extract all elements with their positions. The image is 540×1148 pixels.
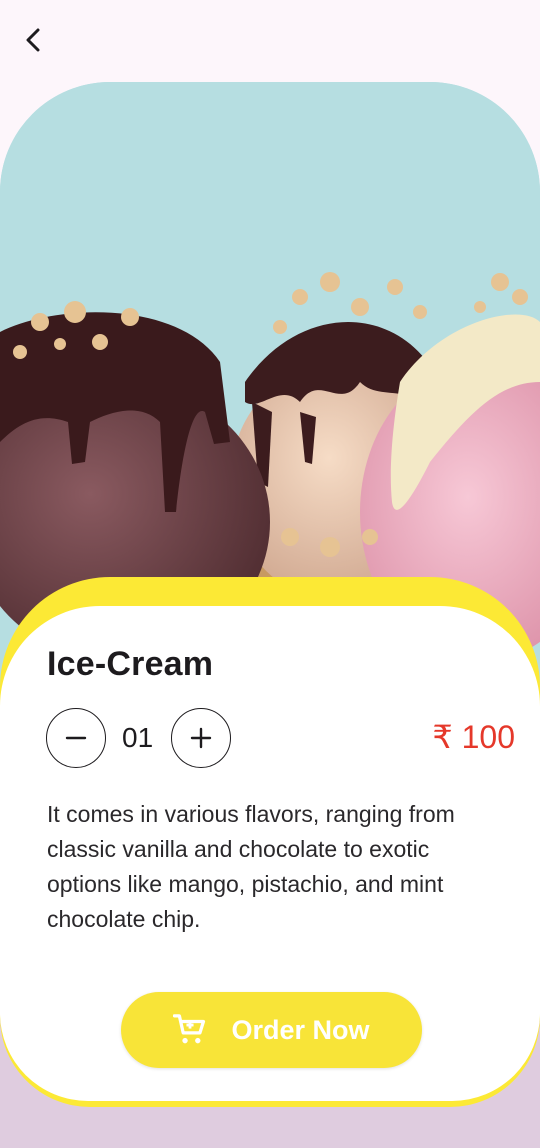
- decrease-quantity-button[interactable]: [46, 708, 106, 768]
- product-price: ₹ 100: [432, 719, 515, 755]
- increase-quantity-button[interactable]: [171, 708, 231, 768]
- product-description: It comes in various flavors, ranging fro…: [47, 801, 455, 932]
- order-now-button[interactable]: Order Now: [121, 992, 422, 1068]
- cart-icon: [173, 1014, 206, 1044]
- plus-icon: [190, 727, 212, 749]
- back-button[interactable]: [14, 20, 54, 60]
- order-now-label: Order Now: [231, 1014, 370, 1045]
- chevron-left-icon: [26, 28, 40, 52]
- product-title: Ice-Cream: [47, 645, 214, 683]
- minus-icon: [65, 736, 87, 740]
- quantity-value: 01: [122, 722, 154, 753]
